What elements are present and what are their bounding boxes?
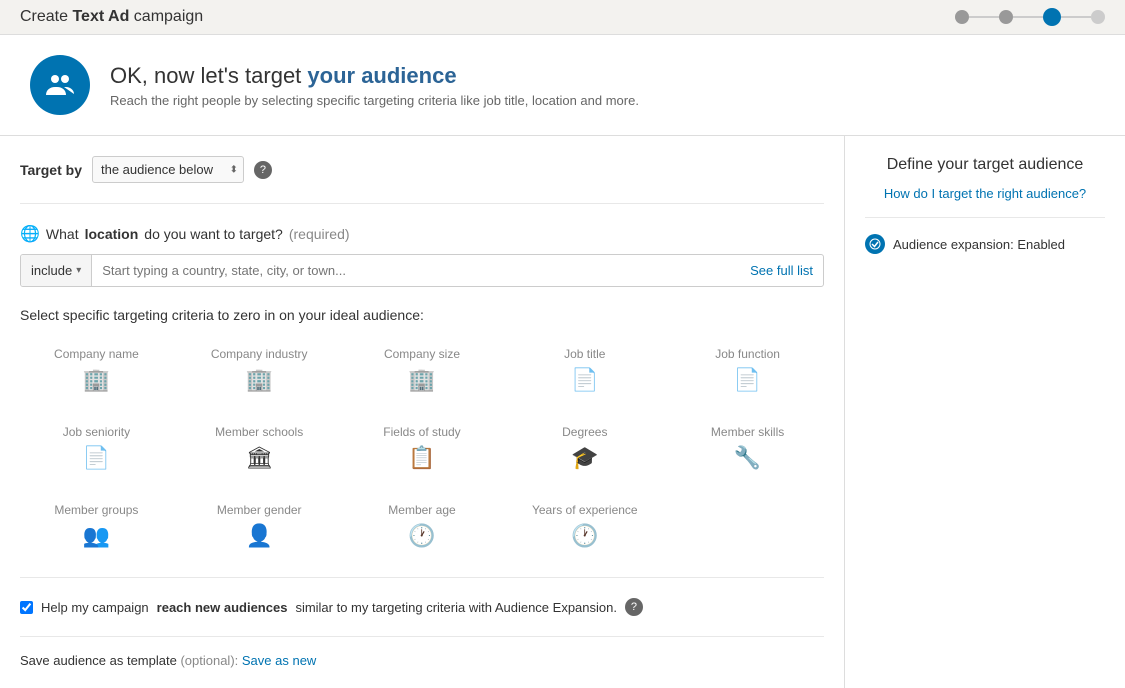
criteria-job-title[interactable]: Job title 📄	[508, 339, 661, 401]
target-by-label: Target by	[20, 162, 82, 178]
criteria-degrees[interactable]: Degrees 🎓	[508, 417, 661, 479]
expansion-help-icon[interactable]: ?	[625, 598, 643, 616]
audience-svg	[44, 69, 76, 101]
company-size-icon: 🏢	[408, 367, 435, 393]
location-label: 🌐 What location do you want to target? (…	[20, 224, 824, 244]
expansion-enabled-text: Audience expansion: Enabled	[893, 237, 1065, 252]
criteria-grid: Company name 🏢 Company industry 🏢 Compan…	[20, 339, 824, 557]
step-line-2	[1013, 16, 1043, 18]
target-by-help-icon[interactable]: ?	[254, 161, 272, 179]
hero-heading: OK, now let's target your audience	[110, 63, 639, 89]
targeting-section: Select specific targeting criteria to ze…	[20, 307, 824, 557]
hero-subheading: Reach the right people by selecting spec…	[110, 93, 639, 108]
member-skills-icon: 🔧	[734, 445, 761, 471]
see-full-list-link[interactable]: See full list	[740, 255, 823, 286]
member-gender-icon: 👤	[245, 523, 272, 549]
criteria-company-industry[interactable]: Company industry 🏢	[183, 339, 336, 401]
page-title: Create Text Ad campaign	[20, 8, 203, 26]
hero-section: OK, now let's target your audience Reach…	[0, 35, 1125, 136]
member-groups-icon: 👥	[83, 523, 110, 549]
audience-expansion-status: Audience expansion: Enabled	[865, 234, 1105, 254]
degrees-icon: 🎓	[571, 445, 598, 471]
save-as-new-link[interactable]: Save as new	[242, 653, 316, 668]
top-bar: Create Text Ad campaign	[0, 0, 1125, 35]
step-line-1	[969, 16, 999, 18]
globe-icon: 🌐	[20, 224, 40, 244]
criteria-member-schools[interactable]: Member schools 🏛	[183, 417, 336, 479]
criteria-company-name[interactable]: Company name 🏢	[20, 339, 173, 401]
audience-icon	[30, 55, 90, 115]
location-input[interactable]	[92, 255, 740, 286]
target-by-select-wrapper[interactable]: the audience below a matched audience	[92, 156, 244, 183]
save-template-label: Save audience as template	[20, 653, 177, 668]
criteria-years-experience[interactable]: Years of experience 🕐	[508, 495, 661, 557]
criteria-company-size[interactable]: Company size 🏢	[346, 339, 499, 401]
sidebar: Define your target audience How do I tar…	[845, 136, 1125, 688]
audience-expansion-row: Help my campaign reach new audiences sim…	[20, 577, 824, 616]
criteria-job-function[interactable]: Job function 📄	[671, 339, 824, 401]
sidebar-divider	[865, 217, 1105, 218]
main-content: Target by the audience below a matched a…	[0, 136, 845, 688]
location-section: 🌐 What location do you want to target? (…	[20, 224, 824, 287]
criteria-member-groups[interactable]: Member groups 👥	[20, 495, 173, 557]
save-template-row: Save audience as template (optional): Sa…	[20, 636, 824, 668]
target-by-row: Target by the audience below a matched a…	[20, 156, 824, 204]
targeting-title: Select specific targeting criteria to ze…	[20, 307, 824, 323]
criteria-fields-of-study[interactable]: Fields of study 📋	[346, 417, 499, 479]
job-title-icon: 📄	[571, 367, 598, 393]
job-function-icon: 📄	[734, 367, 761, 393]
member-schools-icon: 🏛	[245, 445, 273, 471]
save-template-optional: (optional):	[180, 653, 238, 668]
criteria-member-gender[interactable]: Member gender 👤	[183, 495, 336, 557]
main-layout: Target by the audience below a matched a…	[0, 136, 1125, 688]
step-4-dot	[1091, 10, 1105, 24]
job-seniority-icon: 📄	[83, 445, 110, 471]
include-button[interactable]: include	[21, 255, 92, 286]
step-3-dot	[1043, 8, 1061, 26]
step-1-dot	[955, 10, 969, 24]
criteria-member-age[interactable]: Member age 🕐	[346, 495, 499, 557]
sidebar-title: Define your target audience	[865, 156, 1105, 174]
company-industry-icon: 🏢	[245, 367, 272, 393]
location-input-row: include See full list	[20, 254, 824, 287]
hero-text: OK, now let's target your audience Reach…	[110, 63, 639, 108]
expansion-status-icon	[865, 234, 885, 254]
sidebar-help-link[interactable]: How do I target the right audience?	[865, 186, 1105, 201]
criteria-job-seniority[interactable]: Job seniority 📄	[20, 417, 173, 479]
step-2-dot	[999, 10, 1013, 24]
audience-expansion-checkbox[interactable]	[20, 601, 33, 614]
step-line-3	[1061, 16, 1091, 18]
years-experience-icon: 🕐	[571, 523, 598, 549]
progress-steps	[955, 8, 1105, 26]
fields-of-study-icon: 📋	[408, 445, 435, 471]
required-text: (required)	[289, 226, 350, 242]
company-name-icon: 🏢	[83, 367, 110, 393]
criteria-member-skills[interactable]: Member skills 🔧	[671, 417, 824, 479]
member-age-icon: 🕐	[408, 523, 435, 549]
target-by-select[interactable]: the audience below a matched audience	[92, 156, 244, 183]
